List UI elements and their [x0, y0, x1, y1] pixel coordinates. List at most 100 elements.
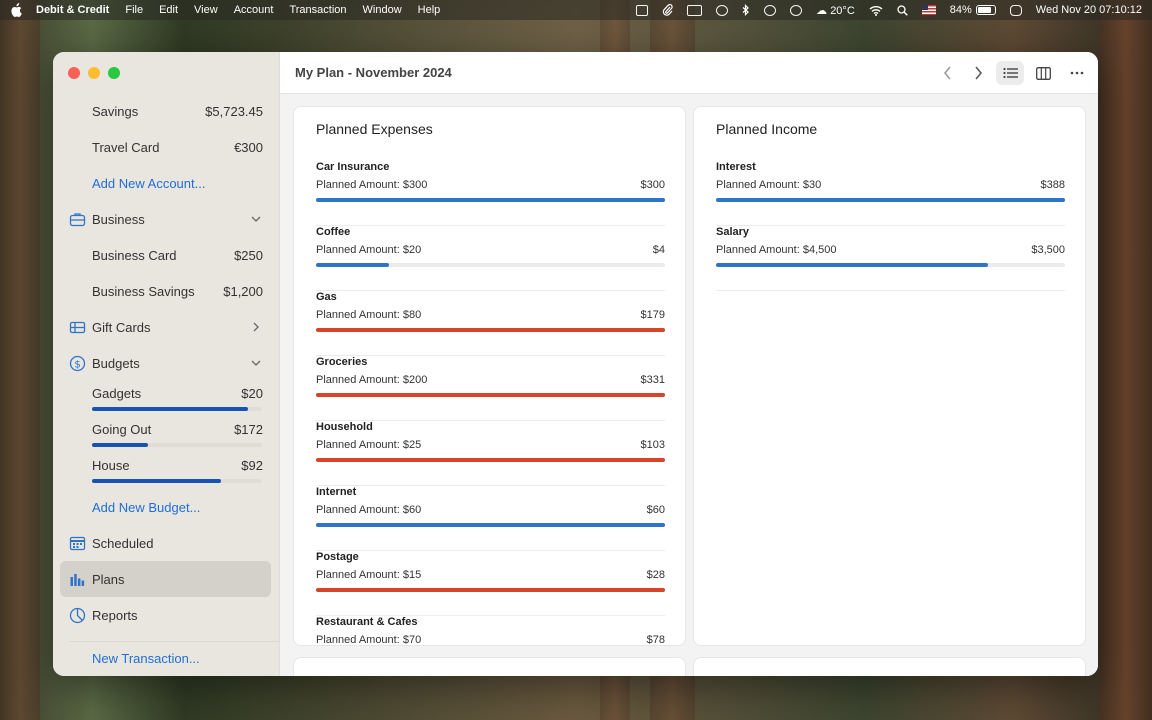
plan-item[interactable]: Postage Planned Amount: $15 $28	[316, 551, 665, 616]
plan-item-actual: $331	[640, 374, 665, 386]
list-view-button[interactable]	[996, 61, 1024, 85]
plan-item-planned: Planned Amount: $4,500	[716, 244, 837, 256]
plan-progress-fill	[316, 198, 665, 202]
plan-item[interactable]: Household Planned Amount: $25 $103	[316, 421, 665, 486]
plan-item[interactable]: Restaurant & Cafes Planned Amount: $70 $78	[316, 616, 665, 646]
plan-item-actual: $3,500	[1031, 244, 1065, 256]
dollar-circle-icon: $	[69, 355, 86, 371]
account-label: Savings	[92, 103, 139, 119]
close-button[interactable]	[68, 67, 80, 79]
plan-item-planned: Planned Amount: $300	[316, 179, 428, 191]
app-menu[interactable]: Debit & Credit	[36, 4, 109, 16]
account-balance: $5,723.45	[205, 103, 263, 119]
chevron-down-icon[interactable]	[251, 214, 261, 224]
plan-item[interactable]: Car Insurance Planned Amount: $300 $300	[316, 161, 665, 226]
plan-progress-bar	[716, 198, 1065, 202]
display-icon[interactable]	[687, 4, 703, 16]
battery-status[interactable]: 84%	[950, 4, 996, 16]
list-icon	[1002, 67, 1018, 79]
menu-transaction[interactable]: Transaction	[289, 4, 346, 16]
chevron-right-icon[interactable]	[251, 322, 261, 332]
focus-icon[interactable]	[716, 4, 729, 16]
menu-file[interactable]: File	[125, 4, 143, 16]
plan-progress-fill	[316, 263, 390, 267]
sidebar-item-business-card[interactable]: Business Card $250	[53, 237, 280, 273]
plan-progress-bar	[316, 523, 665, 527]
plan-item[interactable]: Salary Planned Amount: $4,500 $3,500	[716, 226, 1065, 291]
sidebar-item-business-savings[interactable]: Business Savings $1,200	[53, 273, 280, 309]
plan-item-name: Groceries	[316, 356, 368, 368]
wifi-icon[interactable]	[869, 5, 883, 16]
zoom-button[interactable]	[108, 67, 120, 79]
plan-item-name: Coffee	[316, 226, 351, 238]
next-button[interactable]	[964, 61, 992, 85]
time-machine-icon[interactable]	[764, 4, 777, 16]
plan-item-planned: Planned Amount: $70	[316, 634, 422, 646]
plan-item[interactable]: Groceries Planned Amount: $200 $331	[316, 356, 665, 421]
plan-item[interactable]: Interest Planned Amount: $30 $388	[716, 161, 1065, 226]
control-center-icon[interactable]	[1009, 4, 1022, 16]
planned-expenses-card: Planned Expenses Car Insurance Planned Am…	[293, 106, 686, 646]
sidebar-item-reports[interactable]: Reports	[53, 597, 280, 633]
plan-item-planned: Planned Amount: $60	[316, 504, 422, 516]
account-label: Business Savings	[92, 283, 195, 299]
more-button[interactable]	[1063, 61, 1091, 85]
budget-label: House	[92, 457, 130, 473]
status-app-icon[interactable]	[636, 4, 649, 16]
menu-account[interactable]: Account	[234, 4, 274, 16]
sidebar-group-gift-cards[interactable]: Gift Cards	[53, 309, 280, 345]
budget-progress-fill	[92, 479, 222, 483]
planned-income-card: Planned Income Interest Planned Amount: $…	[693, 106, 1086, 646]
us-flag-icon[interactable]	[921, 5, 936, 15]
sidebar: Savings $5,723.45 Travel Card €300 Add N…	[53, 52, 280, 676]
previous-button[interactable]	[934, 61, 962, 85]
menu-view[interactable]: View	[194, 4, 218, 16]
menu-window[interactable]: Window	[363, 4, 402, 16]
plan-item-name: Household	[316, 421, 373, 433]
plan-item-actual: $78	[646, 634, 665, 646]
plan-progress-bar	[316, 263, 665, 267]
paperclip-icon[interactable]	[662, 4, 673, 16]
sidebar-group-business[interactable]: Business	[53, 201, 280, 237]
apple-icon[interactable]	[10, 3, 22, 17]
columns-icon	[1035, 66, 1051, 80]
menu-clock[interactable]: Wed Nov 20 07:10:12	[1036, 4, 1142, 16]
menu-help[interactable]: Help	[418, 4, 441, 16]
minimize-button[interactable]	[88, 67, 100, 79]
chevron-down-icon[interactable]	[251, 358, 261, 368]
plan-progress-bar	[316, 458, 665, 462]
weather-widget[interactable]: ☁ 20°C	[816, 4, 855, 17]
sidebar-item-savings[interactable]: Savings $5,723.45	[53, 93, 280, 129]
sidebar-budget-gadgets[interactable]: Gadgets $20	[53, 375, 280, 411]
new-transaction-link[interactable]: New Transaction...	[53, 640, 280, 676]
search-icon[interactable]	[897, 4, 908, 16]
plan-item-actual: $28	[646, 569, 665, 581]
sidebar-budget-house[interactable]: House $92	[53, 447, 280, 483]
add-account-link[interactable]: Add New Account...	[53, 165, 280, 201]
gift-card-icon	[69, 321, 86, 333]
add-budget-link[interactable]: Add New Budget...	[53, 489, 280, 525]
plan-progress-fill	[316, 458, 665, 462]
plan-item-planned: Planned Amount: $200	[316, 374, 428, 386]
plan-item[interactable]: Coffee Planned Amount: $20 $4	[316, 226, 665, 291]
plan-item-planned: Planned Amount: $80	[316, 309, 422, 321]
group-label: Budgets	[92, 355, 140, 371]
briefcase-icon	[69, 212, 86, 226]
plan-item[interactable]: Gas Planned Amount: $80 $179	[316, 291, 665, 356]
sidebar-item-travel-card[interactable]: Travel Card €300	[53, 129, 280, 165]
sidebar-item-scheduled[interactable]: Scheduled	[53, 525, 280, 561]
item-label: Scheduled	[92, 535, 154, 551]
column-view-button[interactable]	[1029, 61, 1057, 85]
user-icon[interactable]	[790, 4, 803, 16]
sidebar-item-plans[interactable]: Plans	[60, 561, 271, 597]
battery-percent: 84%	[949, 4, 972, 16]
plan-item-actual: $179	[640, 309, 665, 321]
toolbar: My Plan - November 2024	[280, 52, 1098, 94]
plan-item[interactable]: Internet Planned Amount: $60 $60	[316, 486, 665, 551]
plan-progress-fill	[316, 523, 665, 527]
bluetooth-icon[interactable]	[742, 4, 750, 16]
menu-edit[interactable]: Edit	[159, 4, 178, 16]
sidebar-budget-going-out[interactable]: Going Out $172	[53, 411, 280, 447]
main-content: My Plan - November 2024 Planned Expenses…	[280, 52, 1098, 676]
add-account-label: Add New Account...	[92, 175, 206, 191]
